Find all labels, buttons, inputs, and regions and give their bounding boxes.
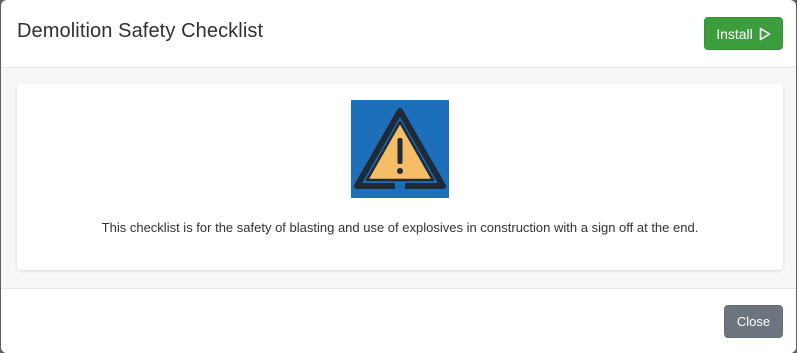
close-button[interactable]: Close bbox=[724, 305, 783, 338]
modal-header: Demolition Safety Checklist Install bbox=[1, 0, 796, 68]
install-button-label: Install bbox=[716, 25, 753, 42]
modal-footer: Close bbox=[1, 288, 796, 353]
app-details-modal: Demolition Safety Checklist Install This… bbox=[1, 0, 796, 353]
modal-title: Demolition Safety Checklist bbox=[17, 20, 264, 42]
app-card: This checklist is for the safety of blas… bbox=[17, 84, 783, 270]
play-outline-icon bbox=[759, 27, 771, 40]
modal-body: This checklist is for the safety of blas… bbox=[1, 68, 796, 288]
warning-triangle-icon bbox=[351, 100, 449, 198]
app-description: This checklist is for the safety of blas… bbox=[101, 220, 699, 235]
install-button[interactable]: Install bbox=[704, 17, 783, 50]
